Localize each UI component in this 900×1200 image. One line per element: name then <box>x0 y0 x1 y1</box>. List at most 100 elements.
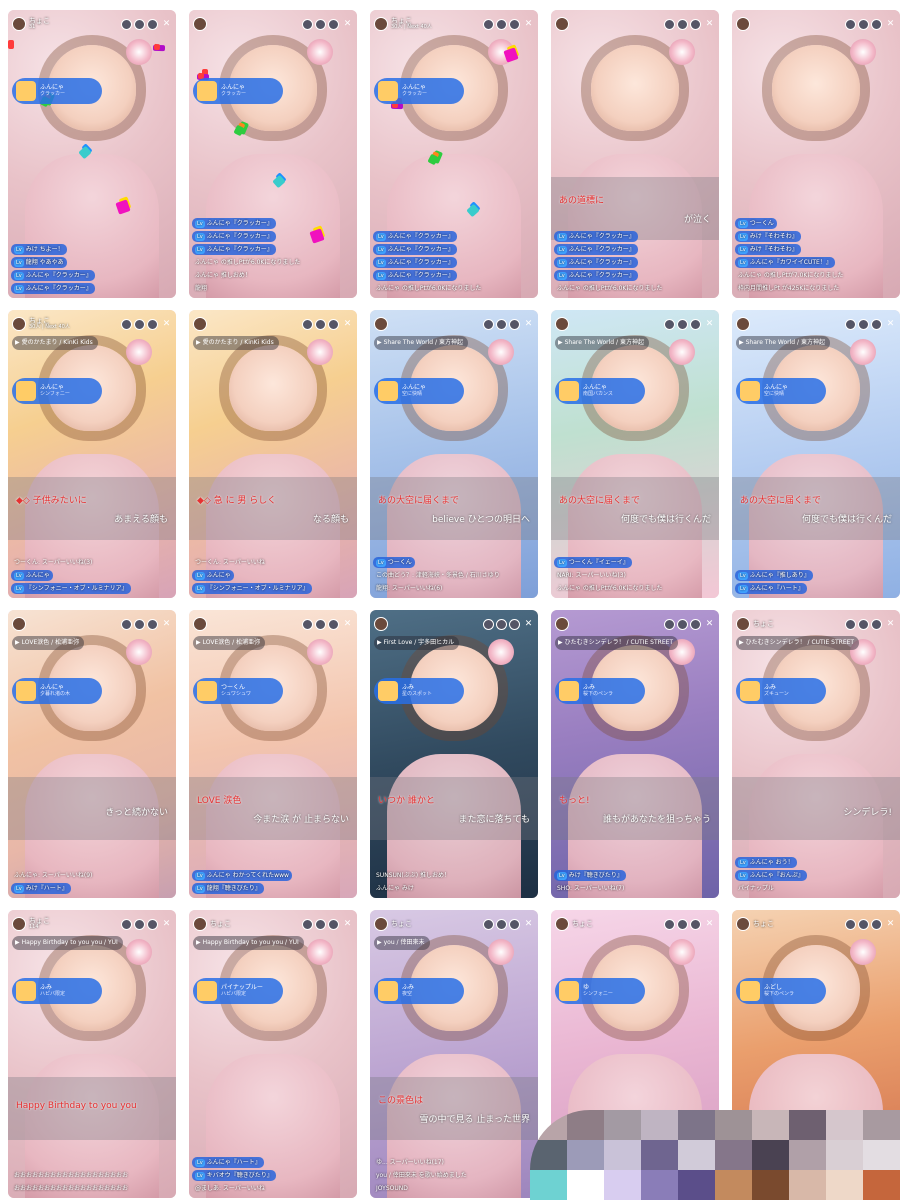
host-avatar[interactable] <box>12 17 26 31</box>
viewer-avatar[interactable] <box>315 918 326 930</box>
song-title-pill[interactable]: ▶ First Love / 宇多田ヒカル <box>374 636 460 650</box>
close-icon[interactable]: ✕ <box>523 919 534 930</box>
viewer-avatar[interactable] <box>690 18 701 30</box>
close-icon[interactable]: ✕ <box>885 619 896 630</box>
host-avatar[interactable] <box>736 17 750 31</box>
viewer-avatar[interactable] <box>858 918 869 930</box>
viewer-avatar[interactable] <box>483 618 494 630</box>
close-icon[interactable]: ✕ <box>161 619 172 630</box>
viewer-avatar[interactable] <box>147 18 158 30</box>
close-icon[interactable]: ✕ <box>704 619 715 630</box>
viewer-avatar[interactable] <box>509 318 520 330</box>
livestream-screen[interactable]: ✕ Lv つーくん Lv みけ『そわそわ』 Lv みけ『そわそわ』 Lv ふんにゃ『カワイイCU… <box>732 10 900 298</box>
livestream-screen[interactable]: ちょこ ✕ ▶ you / 倖田來未 ふみ 夜空 この景色は 雪の中で見る 止まった世界 ゆ..… <box>370 910 538 1198</box>
viewer-avatar[interactable] <box>509 618 520 630</box>
viewer-avatar[interactable] <box>328 18 339 30</box>
song-title-pill[interactable]: ▶ 愛のかたまり / KinKi Kids <box>12 336 98 350</box>
close-icon[interactable]: ✕ <box>161 319 172 330</box>
viewer-avatar[interactable] <box>677 918 688 930</box>
close-icon[interactable]: ✕ <box>704 319 715 330</box>
host-avatar[interactable] <box>736 917 750 931</box>
song-title-pill[interactable]: ▶ 愛のかたまり / KinKi Kids <box>193 336 279 350</box>
viewer-avatar[interactable] <box>509 918 520 930</box>
viewer-avatar[interactable] <box>147 618 158 630</box>
song-title-pill[interactable]: ▶ Happy Birthday to you you / YUI <box>12 936 123 950</box>
song-title-pill[interactable]: ▶ Happy Birthday to you you / YUI <box>193 936 304 950</box>
viewer-avatar[interactable] <box>134 918 145 930</box>
viewer-avatar[interactable] <box>328 318 339 330</box>
song-title-pill[interactable]: ▶ ひたむきシンデレラ！ / CUTIE STREET <box>736 636 860 650</box>
viewer-avatar[interactable] <box>690 618 701 630</box>
viewer-avatar[interactable] <box>871 318 882 330</box>
livestream-screen[interactable]: ✕ ▶ First Love / 宇多田ヒカル ふみ 星のスポット いつか 誰かと また恋に… <box>370 610 538 898</box>
viewer-avatar[interactable] <box>690 318 701 330</box>
livestream-screen[interactable]: ✕ ▶ Share The World / 東方神起 ふんにゃ 南国バカンス あの大空に届… <box>551 310 719 598</box>
viewer-avatar[interactable] <box>690 918 701 930</box>
viewer-avatar[interactable] <box>845 18 856 30</box>
host-avatar[interactable] <box>193 617 207 631</box>
livestream-screen[interactable]: ✕ ▶ LOVE涙色 / 松浦亜弥 つーくん シュワシュワ LOVE 涙色 今また涙 が 止… <box>189 610 357 898</box>
close-icon[interactable]: ✕ <box>342 319 353 330</box>
viewer-avatar[interactable] <box>315 318 326 330</box>
viewer-avatar[interactable] <box>858 318 869 330</box>
viewer-avatar[interactable] <box>664 918 675 930</box>
viewer-avatar[interactable] <box>496 918 507 930</box>
song-title-pill[interactable]: ▶ LOVE涙色 / 松浦亜弥 <box>12 636 85 650</box>
host-avatar[interactable] <box>193 917 207 931</box>
viewer-avatar[interactable] <box>845 318 856 330</box>
viewer-avatar[interactable] <box>315 618 326 630</box>
close-icon[interactable]: ✕ <box>885 319 896 330</box>
close-icon[interactable]: ✕ <box>885 919 896 930</box>
host-avatar[interactable] <box>374 917 388 931</box>
host-avatar[interactable] <box>374 17 388 31</box>
viewer-avatar[interactable] <box>147 318 158 330</box>
viewer-avatar[interactable] <box>858 18 869 30</box>
song-title-pill[interactable]: ▶ ひたむきシンデレラ！ / CUTIE STREET <box>555 636 679 650</box>
host-avatar[interactable] <box>555 317 569 331</box>
close-icon[interactable]: ✕ <box>523 19 534 30</box>
viewer-avatar[interactable] <box>302 318 313 330</box>
close-icon[interactable]: ✕ <box>523 619 534 630</box>
close-icon[interactable]: ✕ <box>885 19 896 30</box>
viewer-avatar[interactable] <box>121 18 132 30</box>
host-avatar[interactable] <box>555 617 569 631</box>
host-avatar[interactable] <box>12 317 26 331</box>
host-avatar[interactable] <box>736 617 750 631</box>
livestream-screen[interactable]: ちょこ 30人 | Next 40人 ✕ ふんにゃ クラッカー Lv ふんにゃ『クラッカー』… <box>370 10 538 298</box>
viewer-avatar[interactable] <box>302 618 313 630</box>
host-avatar[interactable] <box>12 917 26 931</box>
viewer-avatar[interactable] <box>302 18 313 30</box>
livestream-screen[interactable]: ✕ あの道標に が泣く Lv ふんにゃ『クラッカー』 Lv ふんにゃ『クラッカー』 Lv ふんに… <box>551 10 719 298</box>
livestream-screen[interactable]: ✕ ▶ 愛のかたまり / KinKi Kids ◆◇ 急 に 男 らしく なる顔も つーく… <box>189 310 357 598</box>
close-icon[interactable]: ✕ <box>704 19 715 30</box>
livestream-screen[interactable]: ちょこ ✕ ▶ Happy Birthday to you you / YUI パイナッ… <box>189 910 357 1198</box>
viewer-avatar[interactable] <box>677 618 688 630</box>
host-avatar[interactable] <box>374 317 388 331</box>
viewer-avatar[interactable] <box>677 318 688 330</box>
viewer-avatar[interactable] <box>121 318 132 330</box>
viewer-avatar[interactable] <box>845 918 856 930</box>
livestream-screen[interactable]: ちょこ 30人 | Next 40人 ✕ ▶ 愛のかたまり / KinKi Kids ふん… <box>8 310 176 598</box>
viewer-avatar[interactable] <box>871 18 882 30</box>
host-avatar[interactable] <box>12 617 26 631</box>
viewer-avatar[interactable] <box>134 318 145 330</box>
viewer-avatar[interactable] <box>134 618 145 630</box>
livestream-screen[interactable]: ✕ ふんにゃ クラッカー Lv ふんにゃ『クラッカー』 Lv ふんにゃ『クラッカー』 Lv ふん… <box>189 10 357 298</box>
close-icon[interactable]: ✕ <box>342 619 353 630</box>
viewer-avatar[interactable] <box>121 618 132 630</box>
livestream-screen[interactable]: ✕ ▶ ひたむきシンデレラ！ / CUTIE STREET ふみ 桜下のペンラ もっと! 誰… <box>551 610 719 898</box>
viewer-avatar[interactable] <box>845 618 856 630</box>
close-icon[interactable]: ✕ <box>161 919 172 930</box>
viewer-avatar[interactable] <box>871 618 882 630</box>
host-avatar[interactable] <box>193 317 207 331</box>
viewer-avatar[interactable] <box>496 318 507 330</box>
livestream-screen[interactable]: ✕ ▶ Share The World / 東方神起 ふんにゃ 空に快晴 あの大空に届くま… <box>370 310 538 598</box>
livestream-screen[interactable]: ちょこ 114 ✕ ▶ Happy Birthday to you you / YUI ふ… <box>8 910 176 1198</box>
host-avatar[interactable] <box>555 917 569 931</box>
close-icon[interactable]: ✕ <box>342 919 353 930</box>
host-avatar[interactable] <box>374 617 388 631</box>
song-title-pill[interactable]: ▶ Share The World / 東方神起 <box>736 336 830 350</box>
song-title-pill[interactable]: ▶ you / 倖田來未 <box>374 936 430 950</box>
viewer-avatar[interactable] <box>483 318 494 330</box>
close-icon[interactable]: ✕ <box>342 19 353 30</box>
